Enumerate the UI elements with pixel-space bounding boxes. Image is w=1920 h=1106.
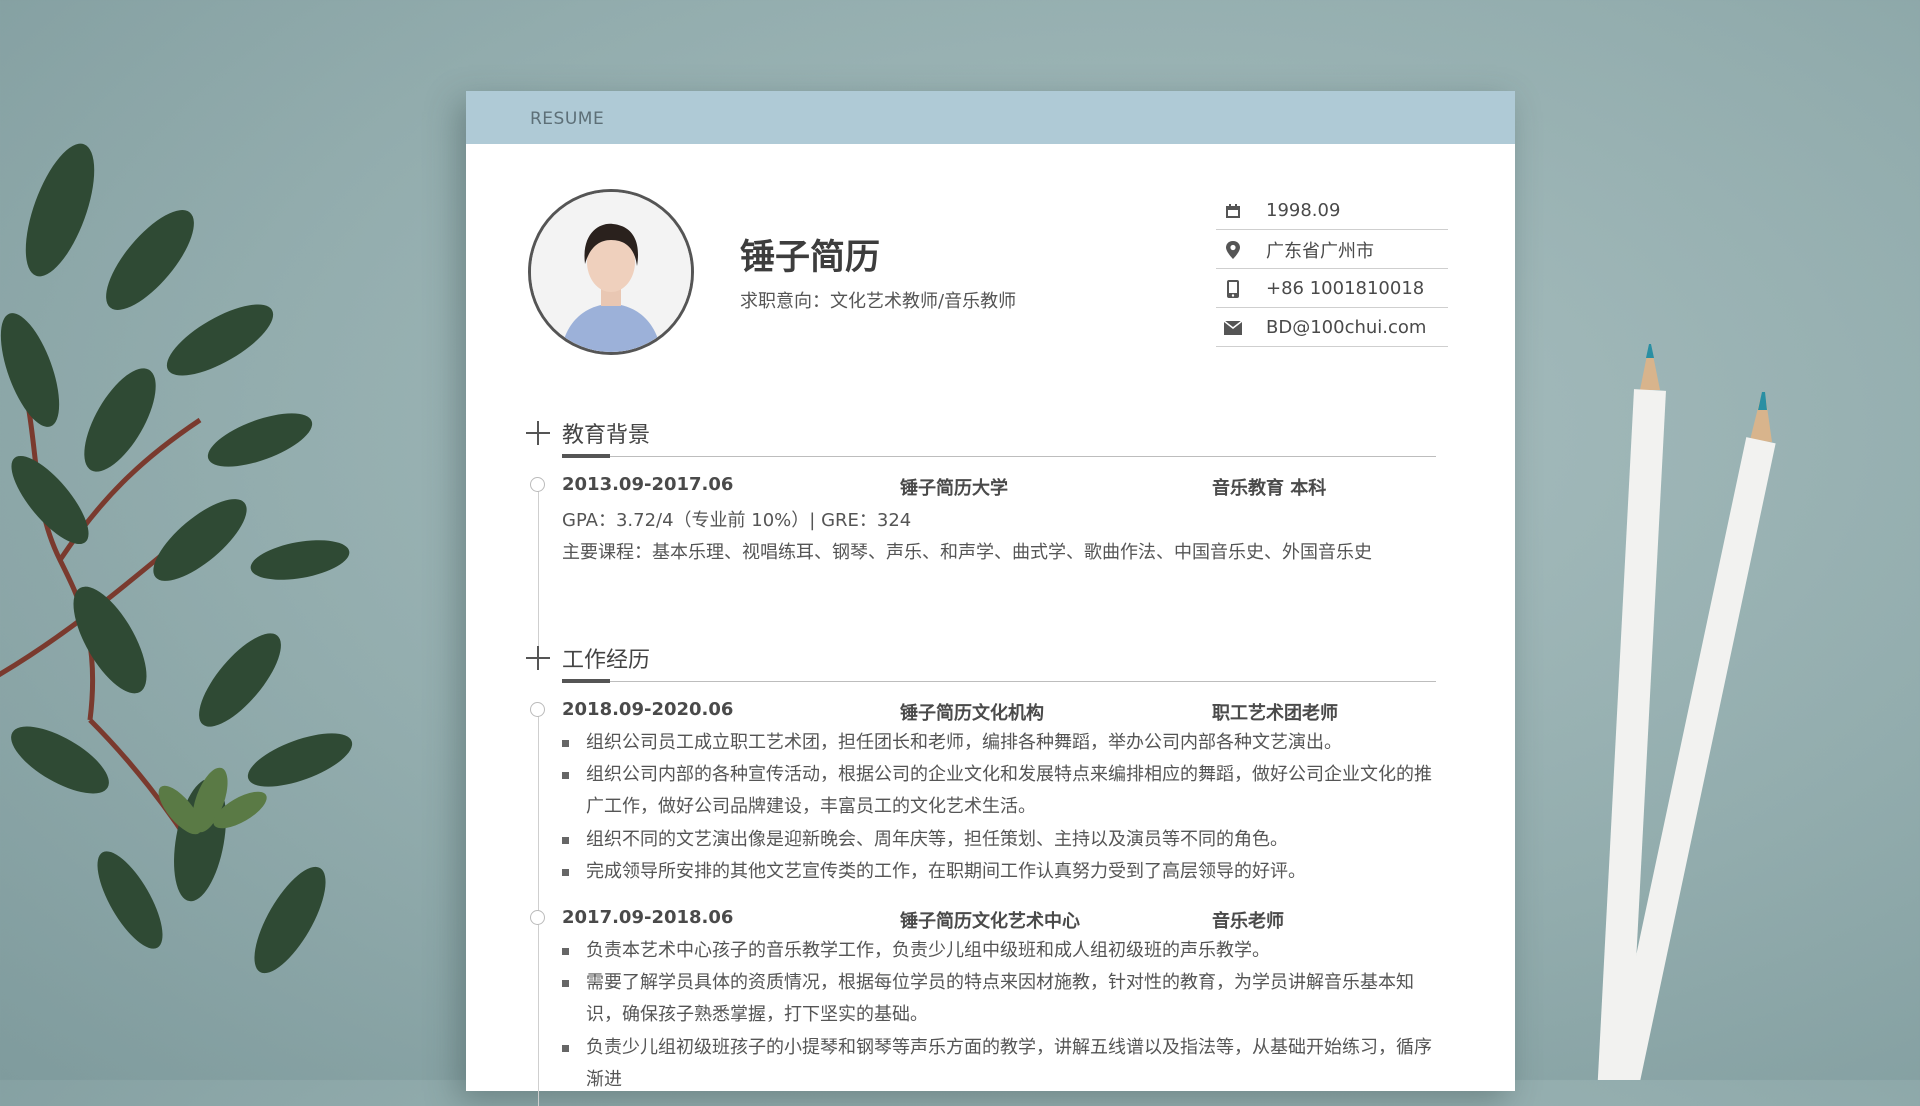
job-organization: 锤子简历文化艺术中心 — [900, 911, 1080, 932]
job-intent: 求职意向：文化艺术教师/音乐教师 — [740, 291, 1017, 312]
calendar-icon — [1224, 202, 1242, 220]
bullet-icon — [562, 980, 569, 987]
list-item: 组织不同的文艺演出像是迎新晚会、周年庆等，担任策划、主持以及演员等不同的角色。 — [562, 824, 1442, 856]
section-accent-bar — [562, 679, 610, 683]
education-timeline — [538, 481, 539, 661]
education-school: 锤子简历大学 — [900, 478, 1008, 499]
location-pin-icon — [1224, 240, 1242, 259]
contact-list: 1998.09 广东省广州市 +86 1001810018 BD@100chui… — [1216, 192, 1448, 348]
education-gpa: GPA：3.72/4（专业前 10%）| GRE：324 — [562, 510, 912, 531]
section-divider — [562, 456, 1436, 457]
education-period: 2013.09-2017.06 — [562, 474, 734, 495]
list-item: 需要了解学员具体的资质情况，根据每位学员的特点来因材施教，针对性的教育，为学员讲… — [562, 967, 1442, 1031]
bullet-icon — [562, 772, 569, 779]
plant-decoration — [0, 143, 353, 974]
email-address[interactable]: BD@100chui.com — [1266, 317, 1426, 338]
bullet-icon — [562, 948, 569, 955]
contact-row-birth: 1998.09 — [1216, 192, 1448, 230]
list-item: 组织公司员工成立职工艺术团，担任团长和老师，编排各种舞蹈，举办公司内部各种文艺演… — [562, 727, 1442, 759]
timeline-dot — [530, 477, 545, 492]
education-courses: 主要课程：基本乐理、视唱练耳、钢琴、声乐、和声学、曲式学、歌曲作法、中国音乐史、… — [562, 542, 1372, 563]
education-major: 音乐教育 本科 — [1212, 478, 1327, 499]
list-item: 负责少儿组初级班孩子的小提琴和钢琴等声乐方面的教学，讲解五线谱以及指法等，从基础… — [562, 1032, 1442, 1096]
pencils-decoration — [1596, 344, 1776, 1080]
section-title-education: 教育背景 — [562, 423, 651, 448]
list-item: 组织公司内部的各种宣传活动，根据公司的企业文化和发展特点来编排相应的舞蹈，做好公… — [562, 759, 1442, 823]
candidate-name: 锤子简历 — [740, 238, 881, 278]
list-item: 负责本艺术中心孩子的音乐教学工作，负责少儿组中级班和成人组初级班的声乐教学。 — [562, 935, 1442, 967]
timeline-dot — [530, 910, 545, 925]
contact-row-location: 广东省广州市 — [1216, 231, 1448, 269]
avatar — [528, 189, 694, 355]
phone-icon — [1224, 279, 1242, 298]
section-accent-bar — [562, 454, 610, 458]
bullet-icon — [562, 1045, 569, 1052]
section-divider — [562, 681, 1436, 682]
job-period: 2018.09-2020.06 — [562, 699, 734, 720]
job-period: 2017.09-2018.06 — [562, 907, 734, 928]
plus-icon — [526, 421, 550, 445]
resume-header-bar: RESUME — [466, 91, 1515, 144]
resume-label: RESUME — [530, 109, 605, 129]
contact-row-phone: +86 1001810018 — [1216, 270, 1448, 308]
job-role: 职工艺术团老师 — [1212, 703, 1338, 724]
job-role: 音乐老师 — [1212, 911, 1284, 932]
portrait-icon — [531, 192, 691, 352]
envelope-icon — [1224, 319, 1242, 337]
list-item: 完成领导所安排的其他文艺宣传类的工作，在职期间工作认真努力受到了高层领导的好评。 — [562, 856, 1442, 888]
section-title-work: 工作经历 — [562, 648, 651, 673]
bullet-icon — [562, 837, 569, 844]
contact-row-email: BD@100chui.com — [1216, 309, 1448, 347]
timeline-dot — [530, 702, 545, 717]
birth-date: 1998.09 — [1266, 200, 1341, 221]
bullet-icon — [562, 869, 569, 876]
plus-icon — [526, 646, 550, 670]
phone-number[interactable]: +86 1001810018 — [1266, 278, 1424, 299]
job-organization: 锤子简历文化机构 — [900, 703, 1044, 724]
resume-paper: RESUME 锤子简历 求职意向：文化艺术教师/音乐教师 1998.09 广东省… — [466, 91, 1515, 1106]
location: 广东省广州市 — [1266, 240, 1374, 262]
work-timeline — [538, 706, 539, 1106]
bullet-icon — [562, 740, 569, 747]
